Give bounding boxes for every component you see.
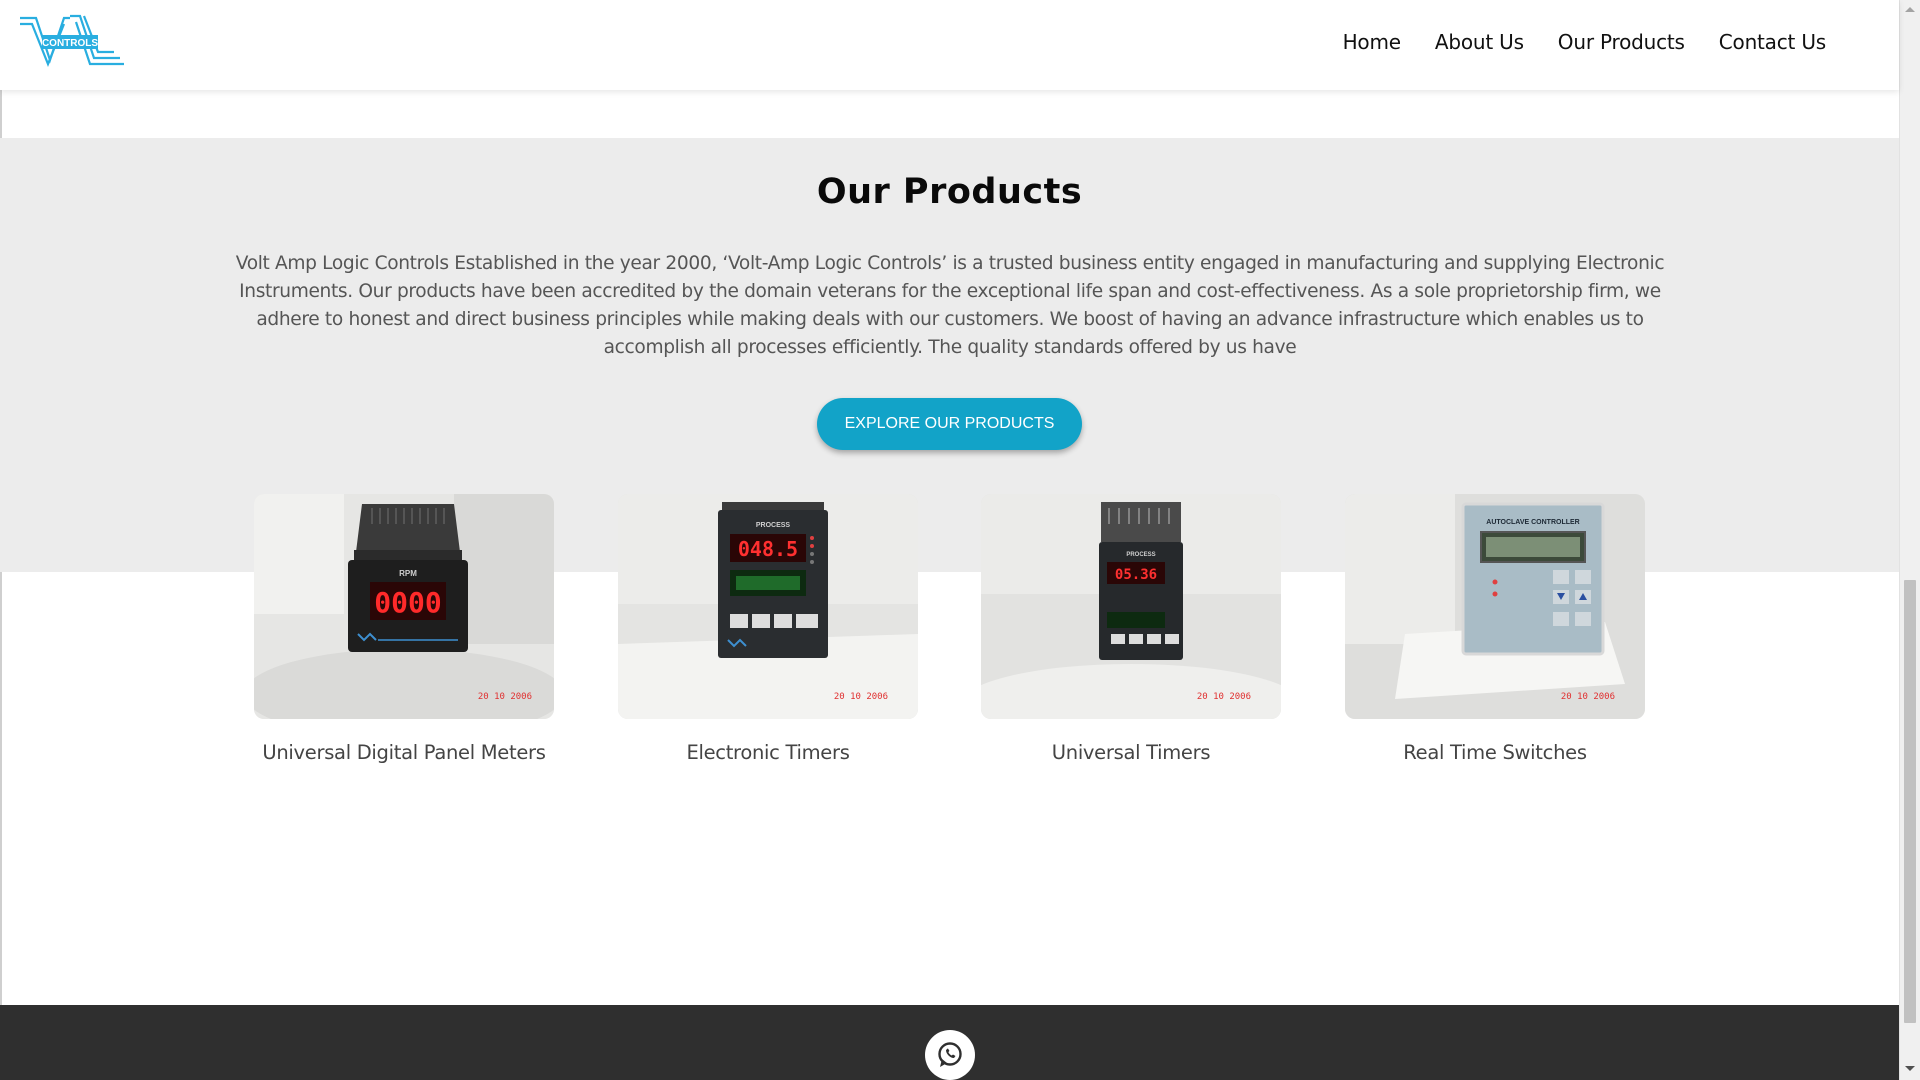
photo-date: 20 10 2006 xyxy=(1197,692,1251,702)
logo-text: CONTROLS xyxy=(42,38,98,49)
timer-display: 05.36 xyxy=(1115,567,1157,583)
product-name[interactable]: Real Time Switches xyxy=(1345,741,1645,764)
photo-date: 20 10 2006 xyxy=(834,692,888,702)
product-name[interactable]: Universal Digital Panel Meters xyxy=(254,741,554,764)
timer-display: 048.5 xyxy=(738,537,798,561)
main-nav: Home About Us Our Products Contact Us xyxy=(1343,30,1827,54)
whatsapp-icon[interactable] xyxy=(925,1030,975,1080)
explore-products-button[interactable]: EXPLORE OUR PRODUCTS xyxy=(817,398,1082,450)
panel-label: PROCESS xyxy=(1126,552,1155,558)
section-description: Volt Amp Logic Controls Established in t… xyxy=(235,253,1665,358)
product-image-electronic-timer[interactable]: PROCESS 048.5 20 10 2006 xyxy=(618,494,918,719)
panel-label: RPM xyxy=(399,569,417,578)
page: CONTROLS Home About Us Our Products Cont… xyxy=(0,0,1920,1080)
scrollbar-thumb[interactable] xyxy=(1904,580,1916,1023)
nav-contact-us[interactable]: Contact Us xyxy=(1719,30,1826,54)
product-name[interactable]: Universal Timers xyxy=(981,741,1281,764)
product-image-real-time-switch[interactable]: AUTOCLAVE CONTROLLER 20 10 2006 xyxy=(1345,494,1645,719)
nav-about-us[interactable]: About Us xyxy=(1435,30,1524,54)
product-card[interactable]: RPM 0000 20 10 2006 Universal Digital Pa… xyxy=(254,494,554,764)
nav-home[interactable]: Home xyxy=(1343,30,1401,54)
scroll-down-arrow-icon[interactable] xyxy=(1905,1066,1915,1071)
product-card[interactable]: PROCESS 048.5 20 10 2006 Electronic Time… xyxy=(618,494,918,764)
meter-display: 0000 xyxy=(374,586,441,619)
site-header: CONTROLS Home About Us Our Products Cont… xyxy=(0,0,1899,90)
photo-date: 20 10 2006 xyxy=(1561,692,1615,702)
photo-date: 20 10 2006 xyxy=(478,692,532,702)
scroll-up-arrow-icon[interactable] xyxy=(1905,7,1915,12)
panel-label: AUTOCLAVE CONTROLLER xyxy=(1486,519,1579,526)
product-image-universal-timer[interactable]: PROCESS 05.36 20 10 2006 xyxy=(981,494,1281,719)
product-name[interactable]: Electronic Timers xyxy=(618,741,918,764)
panel-label: PROCESS xyxy=(756,522,791,529)
section-title: Our Products xyxy=(816,172,1083,212)
product-image-panel-meter[interactable]: RPM 0000 20 10 2006 xyxy=(254,494,554,719)
product-card[interactable]: PROCESS 05.36 20 10 2006 Universal Timer… xyxy=(981,494,1281,764)
nav-our-products[interactable]: Our Products xyxy=(1558,30,1685,54)
vertical-scrollbar[interactable] xyxy=(1899,0,1920,1080)
product-card[interactable]: AUTOCLAVE CONTROLLER 20 10 2006 Real Tim… xyxy=(1345,494,1645,764)
company-logo[interactable]: CONTROLS xyxy=(18,12,128,70)
